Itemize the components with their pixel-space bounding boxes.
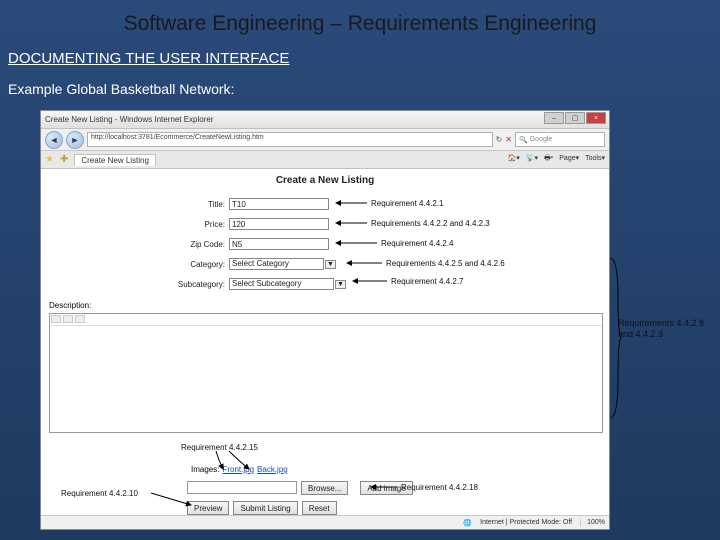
stop-icon[interactable]: ✕ [505, 135, 512, 144]
editor-btn[interactable] [75, 315, 85, 323]
description-editor[interactable] [49, 313, 603, 433]
title-label: Title: [171, 200, 229, 209]
address-bar[interactable]: http://localhost:3781/Ecommerce/CreateNe… [87, 132, 493, 147]
chevron-down-icon[interactable]: ▼ [335, 280, 346, 289]
chevron-down-icon[interactable]: ▼ [325, 260, 336, 269]
zip-label: Zip Code: [171, 240, 229, 249]
annotation-side-line1: Requirements 4.4.2.8 [618, 318, 704, 329]
search-icon: 🔍 [519, 136, 528, 144]
feeds-icon[interactable]: 📡▾ [526, 154, 538, 165]
page-content: Create a New Listing Title: Price: Zip C… [41, 169, 609, 515]
slide-title: Software Engineering – Requirements Engi… [0, 0, 720, 42]
search-box[interactable]: 🔍 Google [515, 132, 605, 147]
search-placeholder: Google [530, 136, 553, 143]
tab-bar: ★ ✚ Create New Listing 🏠▾ 📡▾ 🖶▾ Page▾ To… [41, 151, 609, 169]
annotation-req-category: Requirements 4.4.2.5 and 4.4.2.6 [386, 259, 505, 268]
maximize-button[interactable]: ▢ [565, 112, 585, 124]
submit-button[interactable]: Submit Listing [233, 501, 297, 515]
annotation-req-zip: Requirement 4.4.2.4 [381, 239, 454, 248]
editor-btn[interactable] [63, 315, 73, 323]
file-input[interactable] [187, 481, 297, 494]
tools-menu[interactable]: Tools▾ [585, 154, 605, 165]
forward-button[interactable]: ► [66, 131, 84, 149]
browser-window: Create New Listing - Windows Internet Ex… [40, 110, 610, 530]
zip-input[interactable] [229, 238, 329, 250]
subcategory-select[interactable]: Select Subcategory [229, 278, 334, 290]
reset-button[interactable]: Reset [302, 501, 337, 515]
price-label: Price: [171, 220, 229, 229]
browse-button[interactable]: Browse... [301, 481, 348, 495]
tab-create-listing[interactable]: Create New Listing [74, 154, 156, 166]
image-link-front[interactable]: Front.jpg [222, 465, 254, 474]
annotation-req-addimage: Requirement 4.4.2.18 [401, 483, 478, 492]
window-titlebar: Create New Listing - Windows Internet Ex… [41, 111, 609, 129]
add-favorites-icon[interactable]: ✚ [60, 154, 68, 165]
editor-btn[interactable] [51, 315, 61, 323]
print-icon[interactable]: 🖶▾ [544, 154, 553, 165]
category-label: Category: [171, 260, 229, 269]
annotation-side: Requirements 4.4.2.8 and 4.4.2.9 [618, 318, 704, 340]
image-link-back[interactable]: Back.jpg [257, 465, 288, 474]
annotation-req-images-label: Requirement 4.4.2.15 [181, 443, 258, 452]
close-button[interactable]: × [586, 112, 606, 124]
globe-icon: 🌐 [463, 519, 472, 527]
favorites-icon[interactable]: ★ [45, 154, 54, 165]
annotation-req-price: Requirements 4.4.2.2 and 4.4.2.3 [371, 219, 490, 228]
page-heading: Create a New Listing [41, 169, 609, 190]
annotation-req-title: Requirement 4.4.2.1 [371, 199, 444, 208]
section-title: DOCUMENTING THE USER INTERFACE [0, 42, 720, 71]
page-menu[interactable]: Page▾ [559, 154, 579, 165]
description-label: Description: [49, 301, 91, 310]
annotation-req-subcategory: Requirement 4.4.2.7 [391, 277, 464, 286]
status-mode: Internet | Protected Mode: Off [480, 519, 572, 526]
example-subtitle: Example Global Basketball Network: [0, 71, 720, 103]
preview-button[interactable]: Preview [187, 501, 229, 515]
refresh-icon[interactable]: ↻ [496, 135, 503, 144]
subcategory-label: Subcategory: [171, 280, 229, 289]
status-bar: 🌐 Internet | Protected Mode: Off 100% [41, 515, 609, 529]
minimize-button[interactable]: – [544, 112, 564, 124]
title-input[interactable] [229, 198, 329, 210]
category-select[interactable]: Select Category [229, 258, 324, 270]
back-button[interactable]: ◄ [45, 131, 63, 149]
zoom-level: 100% [580, 519, 605, 526]
nav-toolbar: ◄ ► http://localhost:3781/Ecommerce/Crea… [41, 129, 609, 151]
home-icon[interactable]: 🏠▾ [508, 154, 520, 165]
annotation-side-line2: and 4.4.2.9 [618, 329, 704, 340]
editor-toolbar [50, 314, 602, 326]
price-input[interactable] [229, 218, 329, 230]
images-label: Images: [191, 465, 219, 474]
annotation-req-preview: Requirement 4.4.2.10 [61, 489, 138, 498]
window-title: Create New Listing - Windows Internet Ex… [45, 115, 214, 124]
